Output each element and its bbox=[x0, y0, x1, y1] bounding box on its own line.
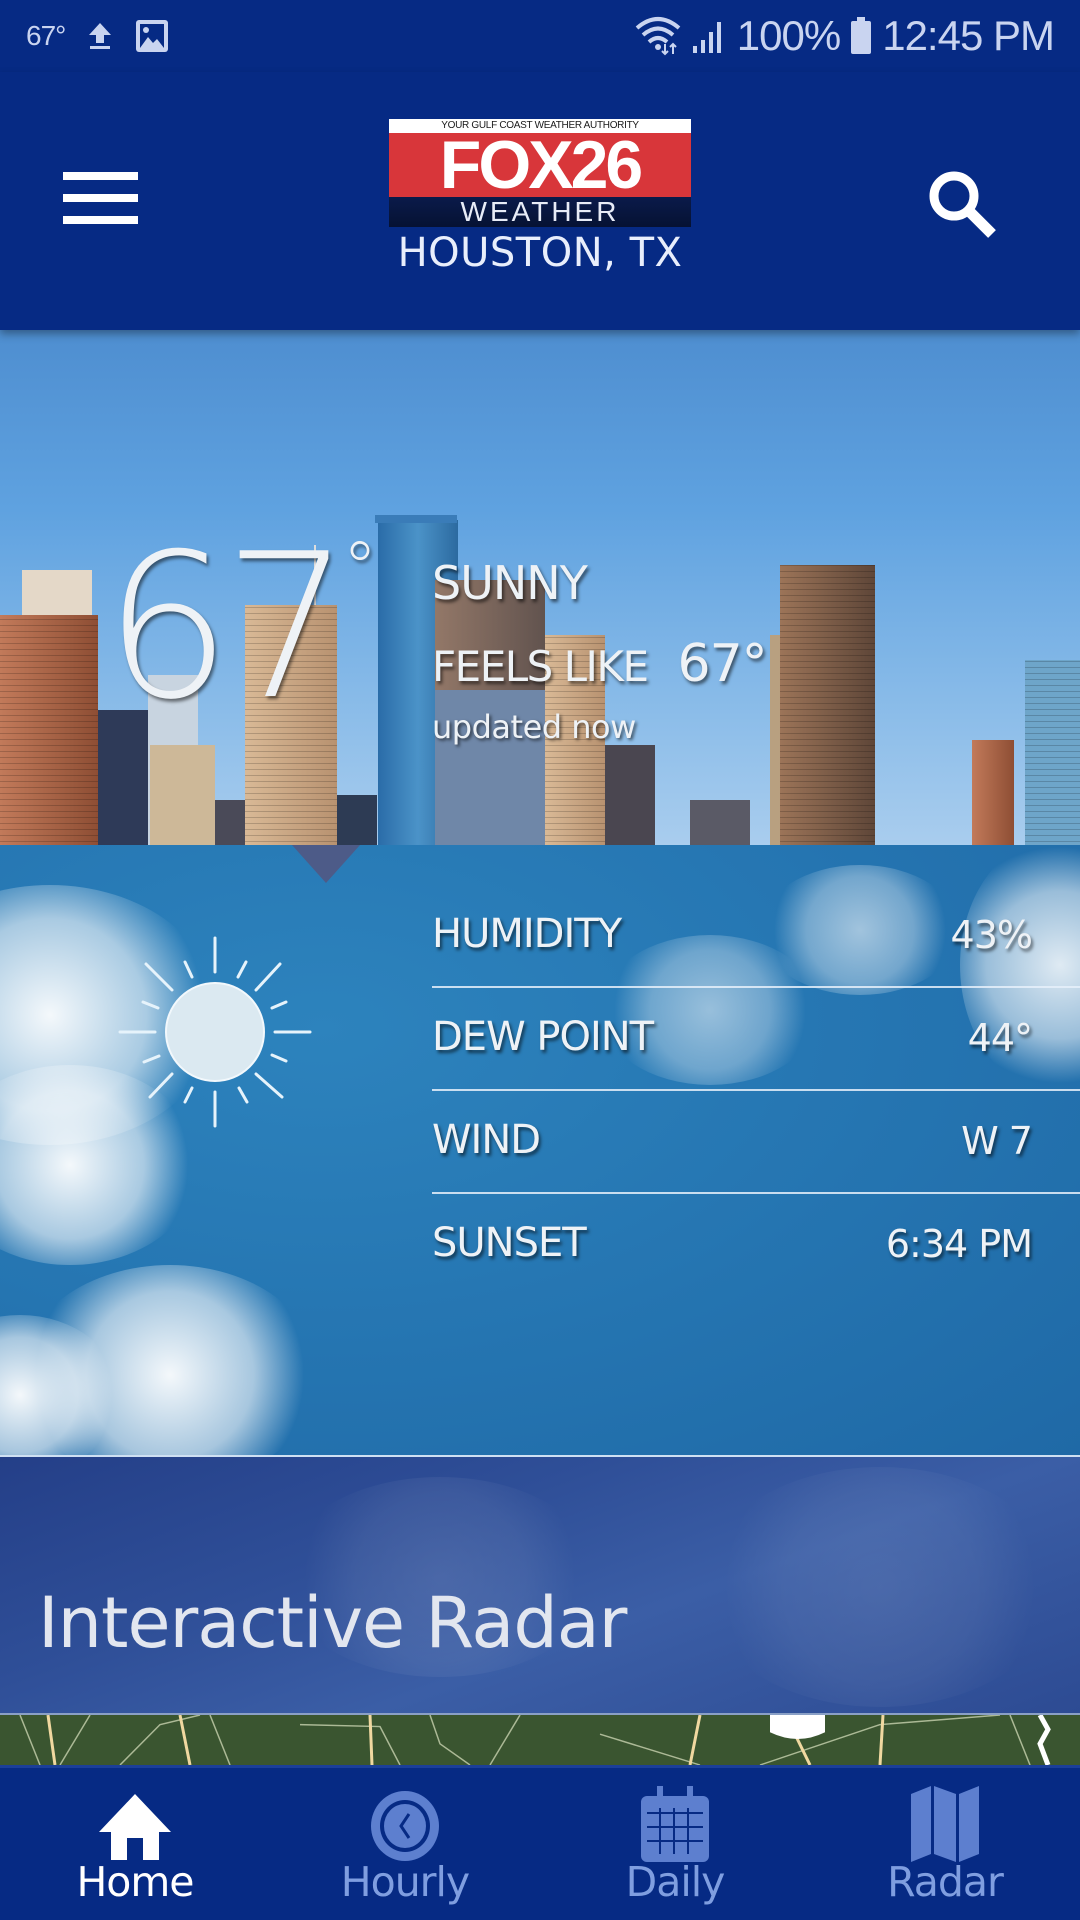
metric-row-dew-point: DEW POINT 44° bbox=[432, 988, 1080, 1091]
nav-tab-radar[interactable]: Radar bbox=[810, 1768, 1080, 1920]
status-time: 12:45 PM bbox=[882, 12, 1055, 59]
nav-label-radar: Radar bbox=[887, 1858, 1004, 1906]
logo-brand: FOX26 bbox=[389, 131, 691, 199]
hamburger-menu-icon[interactable] bbox=[56, 168, 140, 228]
battery-icon bbox=[851, 17, 872, 54]
feels-like-label: FEELS LIKE bbox=[432, 642, 649, 691]
metric-value: 44° bbox=[967, 1016, 1033, 1060]
status-temperature: 67° bbox=[26, 20, 66, 51]
sun-icon bbox=[118, 936, 312, 1128]
fox26-weather-logo: YOUR GULF COAST WEATHER AUTHORITY FOX26 … bbox=[389, 119, 691, 227]
status-bar: 67° 100% 12:45 PM bbox=[0, 0, 1080, 72]
nav-tab-daily[interactable]: Daily bbox=[540, 1768, 810, 1920]
search-icon[interactable] bbox=[920, 164, 1006, 240]
map-icon bbox=[911, 1786, 979, 1862]
metric-label: HUMIDITY bbox=[432, 911, 622, 957]
current-temperature-value: 67 bbox=[104, 511, 350, 744]
current-conditions-hero: 67° SUNNY FEELS LIKE 67° updated now bbox=[0, 330, 1080, 845]
signal-icon bbox=[692, 22, 721, 53]
nav-tab-home[interactable]: Home bbox=[0, 1768, 270, 1920]
nav-tab-hourly[interactable]: Hourly bbox=[270, 1768, 540, 1920]
current-temperature: 67° bbox=[104, 528, 378, 728]
nav-label-hourly: Hourly bbox=[340, 1858, 470, 1906]
metric-row-wind: WIND W 7 bbox=[432, 1091, 1080, 1194]
status-right: 100% 12:45 PM bbox=[635, 12, 1055, 60]
wifi-icon bbox=[635, 17, 681, 56]
feels-like-value: 67° bbox=[677, 634, 768, 694]
metric-row-sunset: SUNSET 6:34 PM bbox=[432, 1194, 1080, 1297]
metric-list: HUMIDITY 43% DEW POINT 44° WIND W 7 SUNS… bbox=[432, 885, 1080, 1297]
nav-label-daily: Daily bbox=[625, 1858, 726, 1906]
calendar-icon bbox=[641, 1786, 709, 1862]
metric-label: DEW POINT bbox=[432, 1014, 654, 1060]
radar-map-preview[interactable] bbox=[0, 1713, 1080, 1765]
metric-label: SUNSET bbox=[432, 1220, 587, 1266]
logo-sub: WEATHER bbox=[389, 197, 691, 227]
condition-text: SUNNY bbox=[432, 556, 588, 610]
feels-like: FEELS LIKE 67° bbox=[432, 634, 768, 694]
metric-row-humidity: HUMIDITY 43% bbox=[432, 885, 1080, 988]
metric-value: W 7 bbox=[961, 1119, 1033, 1163]
panel-pointer bbox=[292, 845, 360, 883]
clock-icon bbox=[371, 1791, 439, 1861]
battery-percent: 100% bbox=[736, 12, 841, 59]
interactive-radar-card[interactable]: Interactive Radar bbox=[0, 1455, 1080, 1713]
metric-label: WIND bbox=[432, 1117, 541, 1163]
home-icon bbox=[99, 1794, 171, 1860]
status-left: 67° bbox=[26, 16, 169, 56]
app-header: YOUR GULF COAST WEATHER AUTHORITY FOX26 … bbox=[0, 72, 1080, 330]
radar-card-title: Interactive Radar bbox=[38, 1582, 627, 1664]
metric-value: 43% bbox=[950, 913, 1033, 957]
nav-label-home: Home bbox=[76, 1858, 194, 1906]
cloud-decoration bbox=[700, 1467, 1060, 1707]
image-icon bbox=[136, 20, 169, 52]
degree-symbol: ° bbox=[342, 527, 378, 609]
location-label[interactable]: HOUSTON, TX bbox=[0, 230, 1080, 276]
bottom-navigation: Home Hourly Daily Radar bbox=[0, 1765, 1080, 1920]
details-panel: HUMIDITY 43% DEW POINT 44° WIND W 7 SUNS… bbox=[0, 845, 1080, 1455]
metric-value: 6:34 PM bbox=[885, 1222, 1033, 1266]
upload-icon bbox=[89, 23, 112, 49]
updated-status: updated now bbox=[432, 708, 636, 746]
